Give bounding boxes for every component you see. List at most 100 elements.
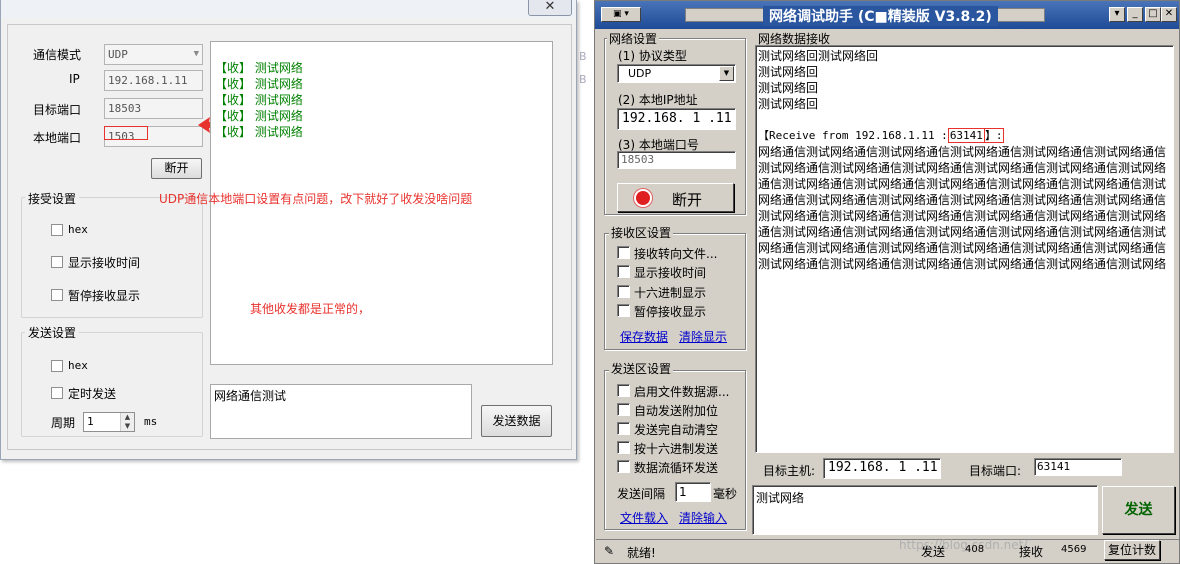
recv-to-file-checkbox[interactable] (617, 246, 630, 259)
pin-icon[interactable]: ▾ (1109, 7, 1125, 22)
send-hex-checkbox[interactable] (51, 360, 63, 372)
annotation-note: UDP通信本地端口设置有点问题，改下就好了收发没啥问题 (159, 192, 473, 206)
net-settings-title: 网络设置 (607, 30, 660, 47)
send-textarea[interactable]: 网络通信测试 (210, 384, 472, 439)
left-app-window: ✕ 通信模式 UDP ▼ IP 192.168.1.11 目标端口 18503 … (0, 0, 577, 460)
mode-select[interactable]: UDP ▼ (104, 44, 203, 65)
local-port-input[interactable]: 18503 (617, 151, 736, 169)
show-time-label: 显示接收时间 (68, 256, 141, 270)
send-text: 测试网络 (756, 491, 805, 505)
clear-display-link[interactable]: 清除显示 (679, 328, 727, 345)
recv-line: 测试网络回 (758, 65, 819, 79)
mode-value: UDP (108, 48, 128, 61)
period-unit: ms (144, 415, 158, 428)
sent-label: 发送 (921, 545, 946, 559)
local-ip-input[interactable]: 192.168. 1 .11 (617, 108, 736, 130)
recv-line: 【收】 测试网络 (215, 93, 303, 107)
target-port-label: 目标端口: (969, 464, 1022, 478)
loop-send-label: 数据流循环发送 (634, 461, 719, 475)
chevron-down-icon[interactable]: ▼ (719, 66, 734, 81)
hex-display-checkbox[interactable] (617, 285, 630, 298)
disconnect-label: 断开 (672, 191, 703, 209)
receive-suffix: 】: (984, 128, 1004, 143)
recv-value: 4569 (1061, 544, 1087, 555)
target-host-input[interactable]: 192.168. 1 .11 (823, 458, 941, 479)
recv-hex-label: hex (68, 223, 88, 236)
interval-label: 发送间隔 (617, 487, 666, 501)
send-settings-title: 发送设置 (25, 324, 80, 341)
recv-data-textarea[interactable]: 测试网络回测试网络回 测试网络回 测试网络回 测试网络回 【Receive fr… (755, 45, 1174, 453)
show-time-checkbox[interactable] (617, 265, 630, 278)
pause-display-label: 暂停接收显示 (634, 305, 707, 319)
pause-display-checkbox[interactable] (617, 304, 630, 317)
local-ip-label: (2) 本地IP地址 (618, 93, 698, 107)
target-host-value: 192.168. 1 .11 (828, 460, 938, 475)
background-fragment: B (579, 50, 587, 63)
maximize-icon[interactable]: □ (1145, 7, 1161, 22)
file-source-checkbox[interactable] (617, 384, 630, 397)
status-ready: 就绪! (627, 546, 656, 560)
interval-input[interactable]: 1 (675, 482, 711, 502)
period-label: 周期 (51, 416, 76, 430)
system-menu-icon[interactable]: ▣ ▾ (601, 7, 641, 22)
send-button[interactable]: 发送 (1102, 486, 1175, 534)
period-stepper[interactable]: 1 ▲ ▼ (83, 412, 135, 432)
protocol-value: UDP (628, 67, 652, 80)
pause-checkbox[interactable] (51, 289, 63, 301)
close-icon[interactable]: ✕ (528, 0, 572, 16)
hex-display-label: 十六进制显示 (634, 286, 707, 300)
app-title: 网络调试助手 (C■精装版 V3.8.2) (763, 6, 998, 26)
left-titlebar (1, 0, 576, 18)
right-titlebar: ▣ ▾ 网络调试助手 (C■精装版 V3.8.2) ▾ _ □ ✕ (595, 1, 1179, 29)
right-app-window: ▣ ▾ 网络调试助手 (C■精装版 V3.8.2) ▾ _ □ ✕ 网络设置 (… (594, 0, 1180, 564)
save-data-link[interactable]: 保存数据 (620, 328, 668, 345)
annotation-note: 其他收发都是正常的， (250, 302, 371, 316)
recv-line: 【收】 测试网络 (215, 109, 303, 123)
send-area-title: 发送区设置 (609, 360, 674, 377)
show-time-checkbox[interactable] (51, 256, 63, 268)
target-port-label: 目标端口 (33, 103, 82, 117)
recv-line: 测试网络回测试网络回 (758, 49, 879, 63)
target-host-label: 目标主机: (763, 464, 816, 478)
loop-send-checkbox[interactable] (617, 460, 630, 473)
hex-send-label: 按十六进制发送 (634, 442, 719, 456)
disconnect-button[interactable]: 断开 (151, 158, 202, 179)
auto-append-checkbox[interactable] (617, 403, 630, 416)
recv-hex-checkbox[interactable] (51, 224, 63, 236)
protocol-label: (1) 协议类型 (618, 49, 687, 63)
protocol-select[interactable]: UDP ▼ (617, 64, 736, 83)
receive-payload: 网络通信测试网络通信测试网络通信测试网络通信测试网络通信测试网络通信测试网络通信… (758, 145, 1167, 271)
clear-input-link[interactable]: 清除输入 (679, 509, 727, 526)
send-data-button[interactable]: 发送数据 (481, 405, 552, 437)
reset-count-button[interactable]: 复位计数 (1104, 540, 1160, 560)
sent-value: 408 (965, 544, 985, 555)
timed-send-label: 定时发送 (68, 387, 117, 401)
hex-send-checkbox[interactable] (617, 441, 630, 454)
close-icon[interactable]: ✕ (1161, 7, 1177, 22)
receive-prefix: 【Receive from 192.168.1.11 : (758, 129, 948, 142)
local-port-value: 18503 (621, 153, 655, 166)
timed-send-checkbox[interactable] (51, 387, 63, 399)
status-bar (596, 539, 1179, 563)
minimize-icon[interactable]: _ (1127, 7, 1143, 22)
highlight-box (104, 126, 148, 140)
recv-line: 【收】 测试网络 (215, 77, 303, 91)
target-port-input[interactable]: 63141 (1034, 458, 1122, 476)
recv-line: 测试网络回 (758, 97, 819, 111)
auto-clear-checkbox[interactable] (617, 422, 630, 435)
recv-line: 【收】 测试网络 (215, 61, 303, 75)
disconnect-button[interactable]: 断开 (617, 183, 734, 212)
send-textarea[interactable]: 测试网络 (752, 485, 1098, 535)
chevron-down-icon: ▼ (193, 49, 199, 59)
recv-to-file-label: 接收转向文件... (634, 247, 718, 261)
stepper-arrows-icon[interactable]: ▲ ▼ (120, 413, 134, 431)
ip-input[interactable]: 192.168.1.11 (104, 70, 203, 91)
send-hex-label: hex (68, 359, 88, 372)
local-port-label: 本地端口 (33, 131, 82, 145)
file-load-link[interactable]: 文件载入 (620, 509, 668, 526)
record-icon (636, 191, 650, 205)
recv-line: 【收】 测试网络 (215, 125, 303, 139)
period-value: 1 (87, 415, 94, 428)
target-port-input[interactable]: 18503 (104, 98, 203, 119)
